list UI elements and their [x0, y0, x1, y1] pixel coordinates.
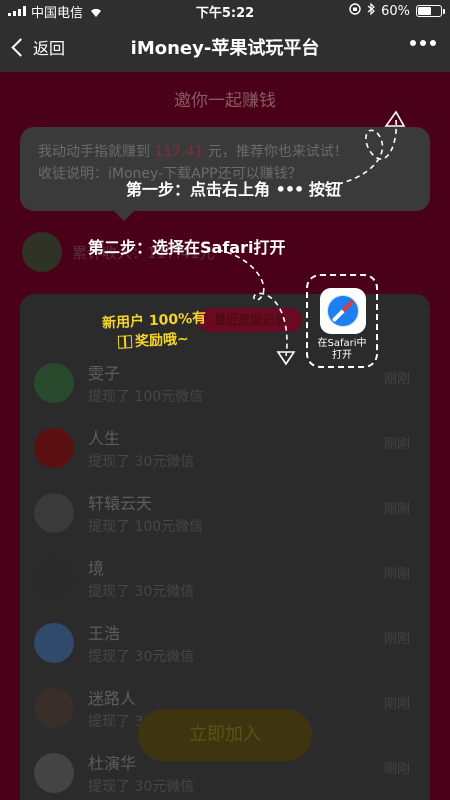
avatar: [34, 362, 74, 403]
avatar: [34, 687, 74, 728]
avatar: [34, 752, 74, 793]
withdrawal-time: 刚刚: [383, 697, 410, 712]
join-now-button[interactable]: 立即加入: [138, 709, 312, 761]
list-item: 境提现了 30元微信 刚刚: [20, 545, 430, 610]
user-name: 迷路人: [88, 688, 137, 708]
withdrawal-time: 刚刚: [383, 437, 410, 452]
avatar: [22, 232, 62, 272]
avatar: [34, 622, 74, 663]
safari-label: 在Safari中 打开: [308, 338, 376, 362]
inviter-info: 累计收入：117.41元: [22, 232, 215, 272]
page-content: 邀你一起赚钱 我动动手指就赚到 117.41 元，推荐你也来试试！ 收徒说明：i…: [0, 72, 450, 800]
more-dot-icon: [410, 40, 416, 46]
list-item: 轩辕云天提现了 100元微信 刚刚: [20, 480, 430, 545]
inviter-income: 累计收入：117.41元: [72, 243, 215, 262]
list-item-text: 人生提现了 30元微信: [88, 425, 194, 471]
user-name: 王浩: [88, 623, 121, 643]
withdrawal-time: 刚刚: [383, 502, 410, 517]
invite-title: 邀你一起赚钱: [174, 91, 276, 111]
open-in-safari-option[interactable]: 在Safari中 打开: [306, 274, 378, 368]
bubble-amount: 117.41: [154, 144, 204, 160]
withdrawal-detail: 提现了 30元微信: [88, 648, 195, 665]
safari-label-line-2: 打开: [332, 350, 352, 361]
avatar: [34, 557, 74, 598]
recent-withdrawals-button[interactable]: 最近提现记录: [198, 308, 302, 332]
avatar: [34, 427, 74, 468]
withdrawal-detail: 提现了 30元微信: [88, 778, 195, 795]
more-dot-icon: [430, 40, 436, 46]
withdrawal-time: 刚刚: [383, 632, 410, 647]
list-item-text: 雯子提现了 100元微信: [88, 360, 203, 406]
withdrawal-time: 刚刚: [383, 567, 410, 582]
status-bar: 中国电信 下午5:22 60%: [0, 0, 450, 22]
more-button[interactable]: [410, 40, 436, 46]
withdrawal-detail: 提现了 100元微信: [88, 518, 204, 535]
list-item: 王浩提现了 30元微信 刚刚: [20, 610, 430, 675]
navigation-bar: 返回 iMoney-苹果试玩平台: [0, 22, 450, 72]
list-item-text: 境提现了 30元微信: [88, 555, 194, 601]
user-name: 雯子: [88, 363, 121, 383]
avatar: [34, 492, 74, 533]
withdrawal-detail: 提现了 30元微信: [88, 453, 195, 470]
user-name: 轩辕云天: [88, 493, 153, 513]
battery-icon: [416, 5, 445, 17]
user-name: 境: [88, 558, 105, 578]
safari-label-line-1: 在Safari中: [317, 338, 367, 349]
back-label: 返回: [33, 39, 66, 58]
bubble-prefix: 我动动手指就赚到: [38, 144, 155, 160]
bubble-line-1: 我动动手指就赚到 117.41 元，推荐你也来试试！: [38, 141, 412, 163]
list-item: 人生提现了 30元微信 刚刚: [20, 415, 430, 480]
withdrawal-detail: 提现了 100元微信: [88, 388, 204, 405]
status-time: 下午5:22: [195, 5, 255, 21]
user-name: 人生: [88, 428, 121, 448]
back-button[interactable]: 返回: [0, 35, 65, 59]
safari-icon: [320, 288, 366, 334]
list-item-text: 轩辕云天提现了 100元微信: [88, 490, 203, 536]
withdrawal-detail: 提现了 30元微信: [88, 583, 195, 600]
page-title: iMoney-苹果试玩平台: [130, 38, 320, 59]
more-dot-icon: [420, 40, 426, 46]
withdrawal-time: 刚刚: [383, 762, 410, 777]
chevron-left-icon: [11, 37, 30, 57]
withdrawal-time: 刚刚: [383, 372, 410, 387]
bubble-line-2: 收徒说明：iMoney-下载APP还可以赚钱？: [38, 166, 302, 182]
list-item-text: 王浩提现了 30元微信: [88, 620, 194, 666]
share-bubble: 我动动手指就赚到 117.41 元，推荐你也来试试！ 收徒说明：iMoney-下…: [20, 127, 430, 221]
bubble-suffix: 元，推荐你也来试试！: [203, 144, 348, 160]
